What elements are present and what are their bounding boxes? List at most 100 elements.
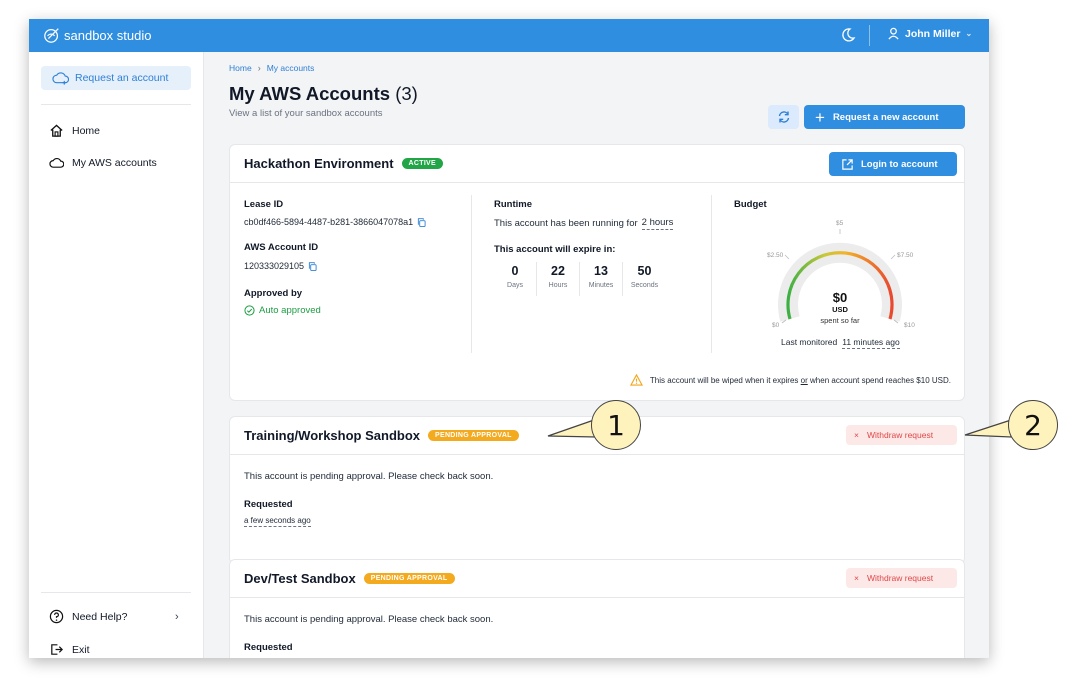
warning-text-or: or xyxy=(800,375,808,385)
aws-account-id-value: 120333029105 xyxy=(244,261,317,271)
card-header: Dev/Test Sandbox PENDING APPROVAL × With… xyxy=(230,560,964,598)
running-for: This account has been running for 2 hour… xyxy=(494,217,674,230)
withdraw-request-button[interactable]: × Withdraw request xyxy=(846,568,957,588)
copy-icon[interactable] xyxy=(417,217,426,227)
approved-by-label: Approved by xyxy=(244,288,303,299)
requested-value: a few seconds ago xyxy=(244,516,311,527)
countdown-number: 13 xyxy=(594,264,608,278)
approved-by-value: Auto approved xyxy=(244,305,321,316)
user-icon xyxy=(888,27,899,40)
close-icon: × xyxy=(854,430,859,440)
budget-currency: USD xyxy=(832,305,848,314)
countdown-unit: Hours xyxy=(548,282,568,289)
aws-account-id-label: AWS Account ID xyxy=(244,242,319,253)
account-card-hackathon: Hackathon Environment ACTIVE Login to ac… xyxy=(229,144,965,401)
brand-name: sandbox studio xyxy=(64,27,152,43)
last-monitored: Last monitored 11 minutes ago xyxy=(781,337,900,349)
countdown-seconds: 50 Seconds xyxy=(623,262,666,296)
copy-icon[interactable] xyxy=(308,261,317,271)
main-content: Home › My accounts My AWS Accounts (3) V… xyxy=(205,52,989,658)
warning-icon xyxy=(629,374,643,386)
account-name: Hackathon Environment xyxy=(244,156,394,171)
sidebar-item-exit[interactable]: Exit xyxy=(49,642,90,657)
withdraw-label: Withdraw request xyxy=(866,430,934,440)
brand-logo[interactable]: sandbox studio xyxy=(43,26,151,44)
account-count: (3) xyxy=(395,83,418,104)
withdraw-request-button[interactable]: × Withdraw request xyxy=(846,425,957,445)
expiry-countdown: 0 Days 22 Hours 13 Minutes 50 Seconds xyxy=(494,262,666,296)
cloud-icon xyxy=(49,157,64,168)
sidebar-divider xyxy=(41,104,191,105)
sidebar-item-home[interactable]: Home xyxy=(49,123,100,138)
breadcrumb-separator-icon: › xyxy=(257,63,261,73)
running-for-value: 2 hours xyxy=(641,217,674,230)
logo-icon xyxy=(44,28,59,43)
countdown-minutes: 13 Minutes xyxy=(580,262,623,296)
chevron-down-icon: ⌄ xyxy=(965,29,973,38)
check-circle-icon xyxy=(244,305,255,316)
countdown-hours: 22 Hours xyxy=(537,262,580,296)
external-link-icon xyxy=(842,158,853,170)
user-menu[interactable]: John Miller ⌄ xyxy=(887,27,972,40)
top-bar: sandbox studio John Miller ⌄ xyxy=(29,19,989,52)
user-name: John Miller xyxy=(905,27,961,40)
gauge-tick-label: $2.50 xyxy=(767,252,784,259)
sidebar-item-need-help[interactable]: Need Help? › xyxy=(49,609,189,624)
budget-note: spent so far xyxy=(820,316,860,325)
page-subtitle: View a list of your sandbox accounts xyxy=(229,108,383,119)
home-icon xyxy=(50,124,63,137)
refresh-icon xyxy=(778,111,789,123)
account-name: Dev/Test Sandbox xyxy=(244,571,356,586)
card-title: Dev/Test Sandbox PENDING APPROVAL xyxy=(244,571,455,586)
countdown-number: 0 xyxy=(511,264,519,278)
sidebar-item-label: Home xyxy=(72,124,101,137)
cloud-add-icon xyxy=(52,72,69,85)
requested-label: Requested xyxy=(244,499,293,510)
pending-message: This account is pending approval. Please… xyxy=(244,614,494,625)
approved-by-text: Auto approved xyxy=(259,305,321,316)
gauge-tick-label: $10 xyxy=(904,322,915,329)
budget-amount: $0 xyxy=(833,290,847,305)
countdown-unit: Seconds xyxy=(630,282,659,289)
status-badge: PENDING APPROVAL xyxy=(428,430,519,441)
last-monitored-value: 11 minutes ago xyxy=(842,337,900,349)
refresh-button[interactable] xyxy=(768,105,799,129)
lease-id-value: cb0df466-5894-4487-b281-3866047078a1 xyxy=(244,217,426,227)
card-title: Training/Workshop Sandbox PENDING APPROV… xyxy=(244,428,519,443)
requested-label: Requested xyxy=(244,642,293,653)
sidebar: Request an account Home My AWS accounts … xyxy=(29,52,204,658)
gauge-tick-label: $7.50 xyxy=(897,252,914,259)
countdown-number: 50 xyxy=(637,264,652,278)
countdown-number: 22 xyxy=(551,264,565,278)
runtime-label: Runtime xyxy=(494,199,532,210)
plus-icon: + xyxy=(815,107,825,127)
sidebar-divider xyxy=(41,592,191,593)
request-account-button[interactable]: Request an account xyxy=(41,66,191,90)
dark-mode-moon-icon[interactable] xyxy=(840,27,856,43)
close-icon: × xyxy=(854,573,859,583)
chevron-right-icon: › xyxy=(175,610,179,623)
warning-text-start: This account will be wiped when it expir… xyxy=(649,375,799,385)
login-label: Login to account xyxy=(861,158,938,170)
breadcrumb-my-accounts[interactable]: My accounts xyxy=(267,63,315,73)
pending-message: This account is pending approval. Please… xyxy=(244,471,494,482)
lease-id-label: Lease ID xyxy=(244,199,284,210)
account-card-dev-test: Dev/Test Sandbox PENDING APPROVAL × With… xyxy=(229,559,965,658)
callout-1: 1 xyxy=(591,400,641,450)
card-title: Hackathon Environment ACTIVE xyxy=(244,156,444,171)
status-badge: PENDING APPROVAL xyxy=(363,573,455,584)
expire-label: This account will expire in: xyxy=(494,244,616,255)
running-for-text: This account has been running for xyxy=(494,218,638,229)
lease-id-text: cb0df466-5894-4487-b281-3866047078a1 xyxy=(244,217,414,227)
column-divider xyxy=(711,195,712,353)
account-name: Training/Workshop Sandbox xyxy=(244,428,420,443)
breadcrumb-home[interactable]: Home xyxy=(229,63,252,73)
countdown-days: 0 Days xyxy=(494,262,537,296)
login-to-account-button[interactable]: Login to account xyxy=(829,152,957,176)
card-header: Hackathon Environment ACTIVE Login to ac… xyxy=(230,145,964,183)
exit-icon xyxy=(51,644,63,655)
countdown-unit: Minutes xyxy=(588,282,614,289)
request-new-account-button[interactable]: + Request a new account xyxy=(804,105,965,129)
sidebar-item-my-aws-accounts[interactable]: My AWS accounts xyxy=(49,155,157,170)
page-title-text: My AWS Accounts xyxy=(229,83,391,104)
